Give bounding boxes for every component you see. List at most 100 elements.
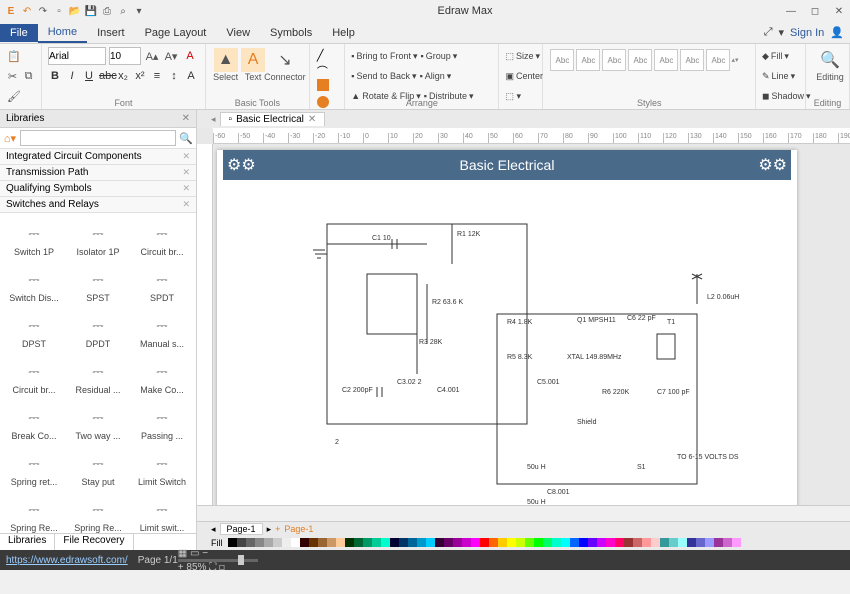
collapse-ribbon-icon[interactable]: ⤢ — [764, 26, 773, 39]
search-icon[interactable]: 🔍 — [178, 130, 194, 146]
shape-item[interactable]: ⎓Spring Re... — [66, 493, 130, 533]
font-size-select[interactable] — [109, 47, 141, 65]
editing-button[interactable]: 🔍Editing — [812, 46, 848, 82]
fill-swatch[interactable] — [597, 538, 606, 547]
drawing-page[interactable]: ⚙⚙ Basic Electrical ⚙⚙ C1 10 R1 12K R2 6… — [217, 150, 797, 505]
shape-item[interactable]: ⎓Spring Re... — [2, 493, 66, 533]
style-preset[interactable]: Abc — [550, 49, 574, 71]
fill-swatch[interactable] — [372, 538, 381, 547]
fill-swatch[interactable] — [336, 538, 345, 547]
library-search-input[interactable] — [20, 130, 176, 146]
maximize-button[interactable]: ◻ — [808, 4, 822, 18]
page-tab[interactable]: Page-1 — [220, 523, 263, 535]
fill-swatch[interactable] — [669, 538, 678, 547]
fill-swatch[interactable] — [363, 538, 372, 547]
fill-swatch[interactable] — [417, 538, 426, 547]
page-tab-next-icon[interactable]: ▸ — [267, 524, 272, 535]
tab-home[interactable]: Home — [38, 23, 87, 43]
file-recovery-tab[interactable]: File Recovery — [55, 534, 133, 550]
shape-item[interactable]: ⎓SPDT — [130, 263, 194, 305]
fill-swatch[interactable] — [255, 538, 264, 547]
add-page-icon[interactable]: + — [275, 524, 280, 534]
fill-swatch[interactable] — [300, 538, 309, 547]
subscript-button[interactable]: x₂ — [116, 70, 130, 82]
shape-item[interactable]: ⎓Stay put — [66, 447, 130, 489]
shrink-font-icon[interactable]: A▾ — [163, 48, 179, 64]
fill-swatch[interactable] — [426, 538, 435, 547]
qat-more-icon[interactable]: ▾ — [132, 4, 146, 18]
shape-item[interactable]: ⎓Limit swit... — [130, 493, 194, 533]
page-tab-prev-icon[interactable]: ◂ — [211, 524, 216, 535]
shape-rect-icon[interactable] — [317, 79, 329, 91]
fill-swatch[interactable] — [687, 538, 696, 547]
fill-swatch[interactable] — [543, 538, 552, 547]
open-icon[interactable]: 📂 — [68, 4, 82, 18]
font-color-icon[interactable]: A — [182, 48, 198, 64]
fill-swatch[interactable] — [471, 538, 480, 547]
fill-swatch[interactable] — [498, 538, 507, 547]
shape-item[interactable]: ⎓Spring ret... — [2, 447, 66, 489]
fill-swatch[interactable] — [525, 538, 534, 547]
zoom-in-icon[interactable]: + — [178, 562, 184, 573]
line-button[interactable]: ✎ Line ▾ — [762, 69, 795, 84]
fill-swatch[interactable] — [291, 538, 300, 547]
fill-swatch[interactable] — [318, 538, 327, 547]
status-url[interactable]: https://www.edrawsoft.com/ — [6, 555, 128, 566]
fill-swatch[interactable] — [579, 538, 588, 547]
sign-in-link[interactable]: Sign In — [790, 27, 824, 39]
style-gallery-scroll[interactable]: ▴▾ — [731, 48, 741, 72]
fill-swatch[interactable] — [660, 538, 669, 547]
save-icon[interactable]: 💾 — [84, 4, 98, 18]
fill-swatch[interactable] — [705, 538, 714, 547]
user-icon[interactable]: 👤 — [830, 26, 844, 39]
fill-swatch[interactable] — [651, 538, 660, 547]
shape-item[interactable]: ⎓SPST — [66, 263, 130, 305]
tab-view[interactable]: View — [216, 24, 260, 42]
tab-symbols[interactable]: Symbols — [260, 24, 322, 42]
connector-tool[interactable]: ↘Connector — [267, 46, 303, 82]
group-button[interactable]: ▪ Group ▾ — [421, 49, 458, 64]
library-category[interactable]: Qualifying Symbols✕ — [0, 181, 196, 197]
fill-swatch[interactable] — [381, 538, 390, 547]
fill-swatch[interactable] — [723, 538, 732, 547]
fill-swatch[interactable] — [732, 538, 741, 547]
style-preset[interactable]: Abc — [654, 49, 678, 71]
library-category[interactable]: Transmission Path✕ — [0, 165, 196, 181]
doc-tab-prev-icon[interactable]: ◂ — [211, 114, 216, 125]
fill-swatch[interactable] — [561, 538, 570, 547]
zoom-slider[interactable] — [178, 559, 258, 562]
fill-swatch[interactable] — [444, 538, 453, 547]
shadow-button[interactable]: ◼ Shadow ▾ — [762, 89, 811, 104]
fill-swatch[interactable] — [696, 538, 705, 547]
shape-item[interactable]: ⎓Switch Dis... — [2, 263, 66, 305]
send-back-button[interactable]: ▪ Send to Back ▾ — [351, 69, 416, 84]
fill-swatch[interactable] — [408, 538, 417, 547]
fill-swatch[interactable] — [237, 538, 246, 547]
libraries-close-icon[interactable]: ✕ — [182, 113, 190, 124]
format-painter-icon[interactable]: 🖌 — [6, 88, 22, 104]
shape-item[interactable]: ⎓Manual s... — [130, 309, 194, 351]
shape-line-icon[interactable]: ╱ — [317, 49, 329, 61]
tab-page-layout[interactable]: Page Layout — [135, 24, 217, 42]
shape-arc-icon[interactable]: ⌒ — [317, 63, 329, 75]
home-icon[interactable]: ⌂▾ — [2, 130, 18, 146]
style-preset[interactable]: Abc — [576, 49, 600, 71]
libraries-tab[interactable]: Libraries — [0, 534, 55, 550]
fill-swatch[interactable] — [642, 538, 651, 547]
redo-icon[interactable]: ↷ — [36, 4, 50, 18]
style-preset[interactable]: Abc — [706, 49, 730, 71]
shape-item[interactable]: ⎓DPST — [2, 309, 66, 351]
fill-swatch[interactable] — [624, 538, 633, 547]
fill-swatch[interactable] — [534, 538, 543, 547]
undo-icon[interactable]: ↶ — [20, 4, 34, 18]
lock-button[interactable]: ⬚ ▾ — [505, 89, 521, 104]
fill-swatch[interactable] — [273, 538, 282, 547]
shape-item[interactable]: ⎓Circuit br... — [130, 217, 194, 259]
fill-swatch[interactable] — [615, 538, 624, 547]
fill-swatch[interactable] — [714, 538, 723, 547]
minimize-button[interactable]: — — [784, 4, 798, 18]
fill-swatch[interactable] — [507, 538, 516, 547]
text-tool[interactable]: AText — [239, 46, 267, 82]
center-button[interactable]: ▣ Center — [505, 69, 543, 84]
fill-swatch[interactable] — [489, 538, 498, 547]
